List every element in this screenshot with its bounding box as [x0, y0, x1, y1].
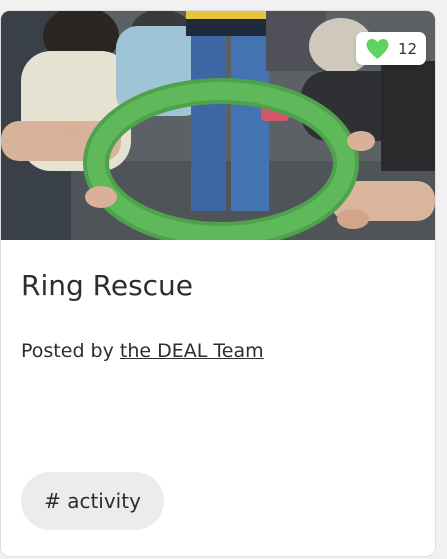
- like-count: 12: [397, 39, 418, 58]
- posted-by: Posted by the DEAL Team: [21, 340, 264, 362]
- card-title[interactable]: Ring Rescue: [21, 269, 193, 302]
- activity-photo[interactable]: 12: [1, 11, 435, 240]
- tag-chip[interactable]: # activity: [21, 472, 164, 530]
- activity-card[interactable]: 12 Ring Rescue Posted by the DEAL Team #…: [0, 10, 436, 557]
- author-link[interactable]: the DEAL Team: [120, 340, 264, 362]
- like-badge[interactable]: 12: [356, 32, 426, 65]
- posted-by-label: Posted by: [21, 340, 114, 362]
- heart-icon: [366, 38, 389, 59]
